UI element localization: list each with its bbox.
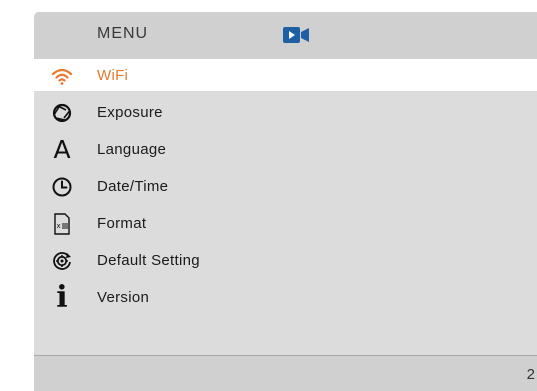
- menu-item-label: Date/Time: [97, 178, 169, 195]
- menu-item-label: Exposure: [97, 104, 163, 121]
- menu-item-label: Default Setting: [97, 252, 200, 269]
- menu-item-version[interactable]: i Version: [34, 281, 537, 313]
- camera-menu-screen: MENU WiFi Exposure A Language Date/Time …: [34, 12, 537, 391]
- letter-a-icon: A: [53, 135, 71, 164]
- menu-item-label: Language: [97, 141, 167, 158]
- menu-item-language[interactable]: A Language: [34, 133, 537, 165]
- menu-item-label: Format: [97, 215, 147, 232]
- menu-item-label: WiFi: [97, 67, 129, 84]
- video-camera-icon: [283, 27, 309, 43]
- menu-header: MENU: [34, 12, 537, 60]
- menu-item-exposure[interactable]: Exposure: [34, 96, 537, 128]
- page-number: 2: [526, 366, 535, 383]
- wifi-icon: [51, 65, 73, 87]
- menu-footer: 2: [34, 355, 537, 391]
- menu-title: MENU: [97, 25, 149, 42]
- menu-item-label: Version: [97, 289, 150, 306]
- menu-item-wifi[interactable]: WiFi: [34, 59, 537, 91]
- info-icon: i: [56, 280, 68, 315]
- sd-card-icon: x: [51, 213, 73, 235]
- menu-item-default-setting[interactable]: Default Setting: [34, 244, 537, 276]
- svg-text:x: x: [57, 222, 61, 230]
- menu-item-date-time[interactable]: Date/Time: [34, 170, 537, 202]
- aperture-icon: [51, 102, 73, 124]
- clock-icon: [51, 176, 73, 198]
- reset-gear-icon: [51, 250, 73, 272]
- menu-item-format[interactable]: x Format: [34, 207, 537, 239]
